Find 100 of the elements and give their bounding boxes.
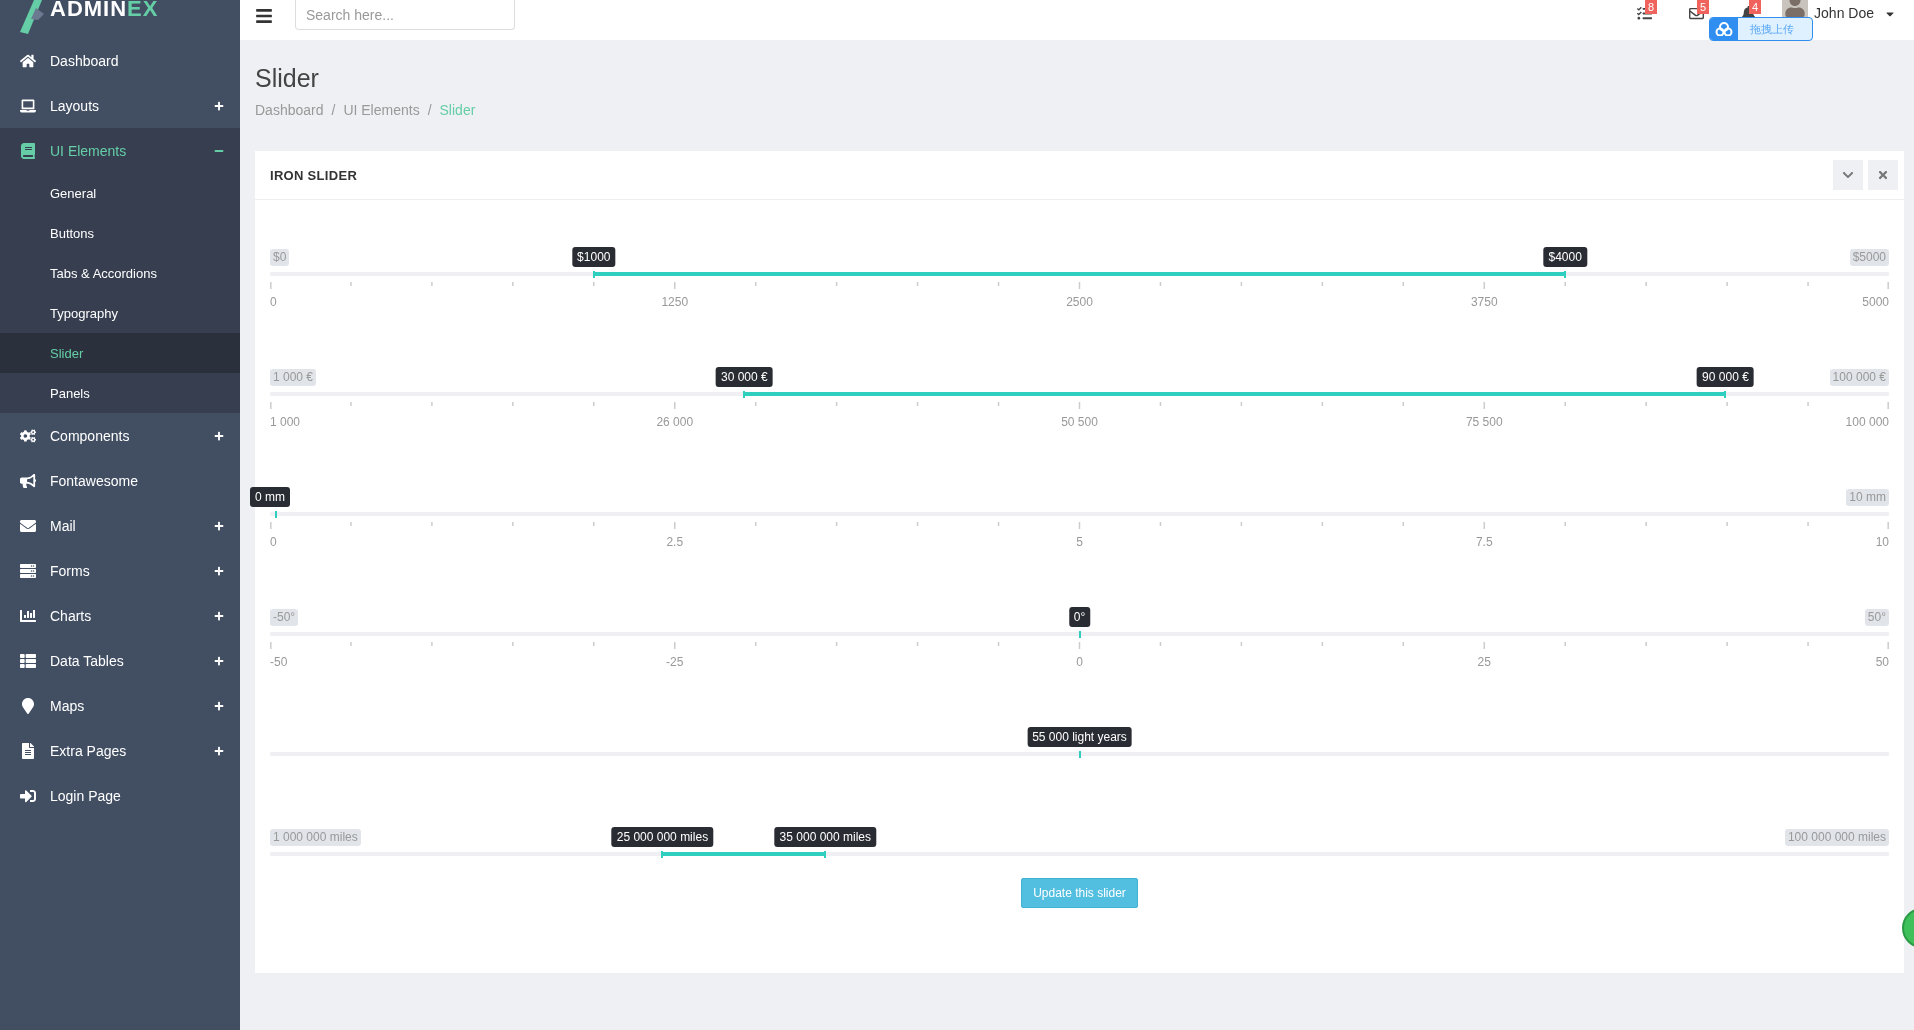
- page-title: Slider: [255, 63, 320, 94]
- sidebar-subitem[interactable]: Buttons: [0, 213, 240, 253]
- slider-value-tooltip: 0 mm: [250, 487, 290, 507]
- sign-in-icon: [20, 787, 36, 804]
- plus-icon: [214, 610, 224, 621]
- slider-handle[interactable]: [1564, 271, 1567, 278]
- sidebar-item[interactable]: Forms: [0, 548, 240, 593]
- slider-min-label: 1 000 000 miles: [270, 829, 361, 846]
- sidebar-subitem[interactable]: General: [0, 173, 240, 213]
- slider-max-label: $5000: [1849, 249, 1889, 266]
- slider-max-label: 50°: [1864, 609, 1889, 626]
- book-icon: [20, 142, 36, 159]
- slider-min-label: 1 000 €: [270, 369, 317, 386]
- sidebar-item[interactable]: Extra Pages: [0, 728, 240, 773]
- scale-label: 3750: [1470, 295, 1498, 309]
- user-name[interactable]: John Doe: [1814, 5, 1874, 21]
- logo-icon: [20, 0, 44, 34]
- bar-chart-icon: [20, 607, 36, 624]
- scale-label: -50: [270, 655, 288, 669]
- stacked-bars-icon: [20, 562, 36, 579]
- scale-label: 26 000: [656, 415, 694, 429]
- sidebar-item[interactable]: Maps: [0, 683, 240, 728]
- sidebar-item[interactable]: Fontawesome: [0, 458, 240, 503]
- slider-max-label: 100 000 000 miles: [1784, 829, 1889, 846]
- slider-handle[interactable]: [275, 511, 277, 518]
- slider-value-tooltip: 25 000 000 miles: [611, 827, 714, 847]
- sidebar-subitem[interactable]: Tabs & Accordions: [0, 253, 240, 293]
- document-icon: [20, 742, 36, 759]
- search-field[interactable]: Search here...: [295, 0, 515, 30]
- slider-value-tooltip: 0°: [1068, 607, 1091, 627]
- map-pin-icon: [20, 697, 36, 714]
- scale-label: 50 500: [1061, 415, 1098, 429]
- slider-value-tooltip: 30 000 €: [716, 367, 773, 387]
- sidebar-subitem[interactable]: Typography: [0, 293, 240, 333]
- plus-icon: [214, 430, 224, 441]
- slider-handle[interactable]: [1724, 391, 1727, 398]
- sidebar-item[interactable]: Dashboard: [0, 38, 240, 83]
- panel-title: IRON SLIDER: [270, 167, 359, 183]
- logo-text: ADMINEX: [50, 0, 159, 20]
- slider-value-tooltip: 90 000 €: [1697, 367, 1754, 387]
- collapse-button[interactable]: [1833, 160, 1863, 190]
- plus-icon: [214, 520, 224, 531]
- sidebar-subitem[interactable]: Panels: [0, 373, 240, 413]
- plus-icon: [214, 565, 224, 576]
- envelope-icon: [20, 517, 36, 534]
- avatar-icon[interactable]: [1782, 0, 1809, 17]
- scale-label: 1 000: [270, 415, 301, 429]
- scale-label: 50: [1875, 655, 1889, 669]
- plus-icon: [214, 100, 224, 111]
- count-badge: 4: [1749, 0, 1762, 14]
- sidebar-subitem[interactable]: Slider: [0, 333, 240, 373]
- close-button[interactable]: [1868, 160, 1898, 190]
- scale-label: 75 500: [1465, 415, 1503, 429]
- breadcrumb-separator: /: [331, 102, 336, 118]
- scale-label: 2.5: [666, 535, 684, 549]
- scale-label: 0: [1076, 655, 1083, 669]
- sidebar-item[interactable]: Login Page: [0, 773, 240, 818]
- slider-handle[interactable]: [1078, 631, 1081, 638]
- slider-value-tooltip: $4000: [1543, 247, 1587, 267]
- slider-handle[interactable]: [661, 851, 664, 858]
- scale-label: 10: [1875, 535, 1889, 549]
- laptop-icon: [20, 97, 36, 114]
- plus-icon: [214, 700, 224, 711]
- slider-handle[interactable]: [824, 851, 827, 858]
- scale-label: 5: [1076, 535, 1083, 549]
- scale-label: 25: [1477, 655, 1491, 669]
- megaphone-icon: [20, 472, 36, 489]
- sidebar-item[interactable]: Layouts: [0, 83, 240, 128]
- scale-label: 0: [270, 535, 277, 549]
- sidebar-item[interactable]: Mail: [0, 503, 240, 548]
- slider-max-label: 100 000 €: [1829, 369, 1889, 386]
- slider-min-label: -50°: [270, 609, 299, 626]
- scale-label: 1250: [661, 295, 689, 309]
- plus-icon: [214, 745, 224, 756]
- slider-handle[interactable]: [1078, 751, 1081, 758]
- sidebar-item[interactable]: UI Elements: [0, 128, 240, 173]
- slider-value-tooltip: 35 000 000 miles: [774, 827, 876, 847]
- sidebar-item[interactable]: Charts: [0, 593, 240, 638]
- slider-value-tooltip: $1000: [572, 247, 616, 267]
- close-icon: [1877, 169, 1889, 181]
- scale-label: 0: [270, 295, 277, 309]
- breadcrumb-separator: /: [427, 102, 432, 118]
- count-badge: 8: [1645, 0, 1658, 14]
- sidebar-item[interactable]: Data Tables: [0, 638, 240, 683]
- scale-label: 100 000: [1845, 415, 1889, 429]
- slider-handle[interactable]: [743, 391, 746, 398]
- slider-handle[interactable]: [592, 271, 595, 278]
- home-icon: [20, 52, 36, 69]
- list-icon: [20, 652, 36, 669]
- scale-label: 7.5: [1475, 535, 1493, 549]
- slider-min-label: $0: [270, 249, 290, 266]
- slider-max-label: 10 mm: [1846, 489, 1889, 506]
- scale-label: 5000: [1862, 295, 1889, 309]
- plus-icon: [214, 655, 224, 666]
- scale-label: -25: [666, 655, 684, 669]
- chevron-down-icon: [1842, 169, 1854, 181]
- count-badge: 5: [1697, 0, 1710, 14]
- menu-icon[interactable]: [255, 7, 273, 25]
- sidebar-item[interactable]: Components: [0, 413, 240, 458]
- slider-value-tooltip: 55 000 light years: [1027, 727, 1132, 747]
